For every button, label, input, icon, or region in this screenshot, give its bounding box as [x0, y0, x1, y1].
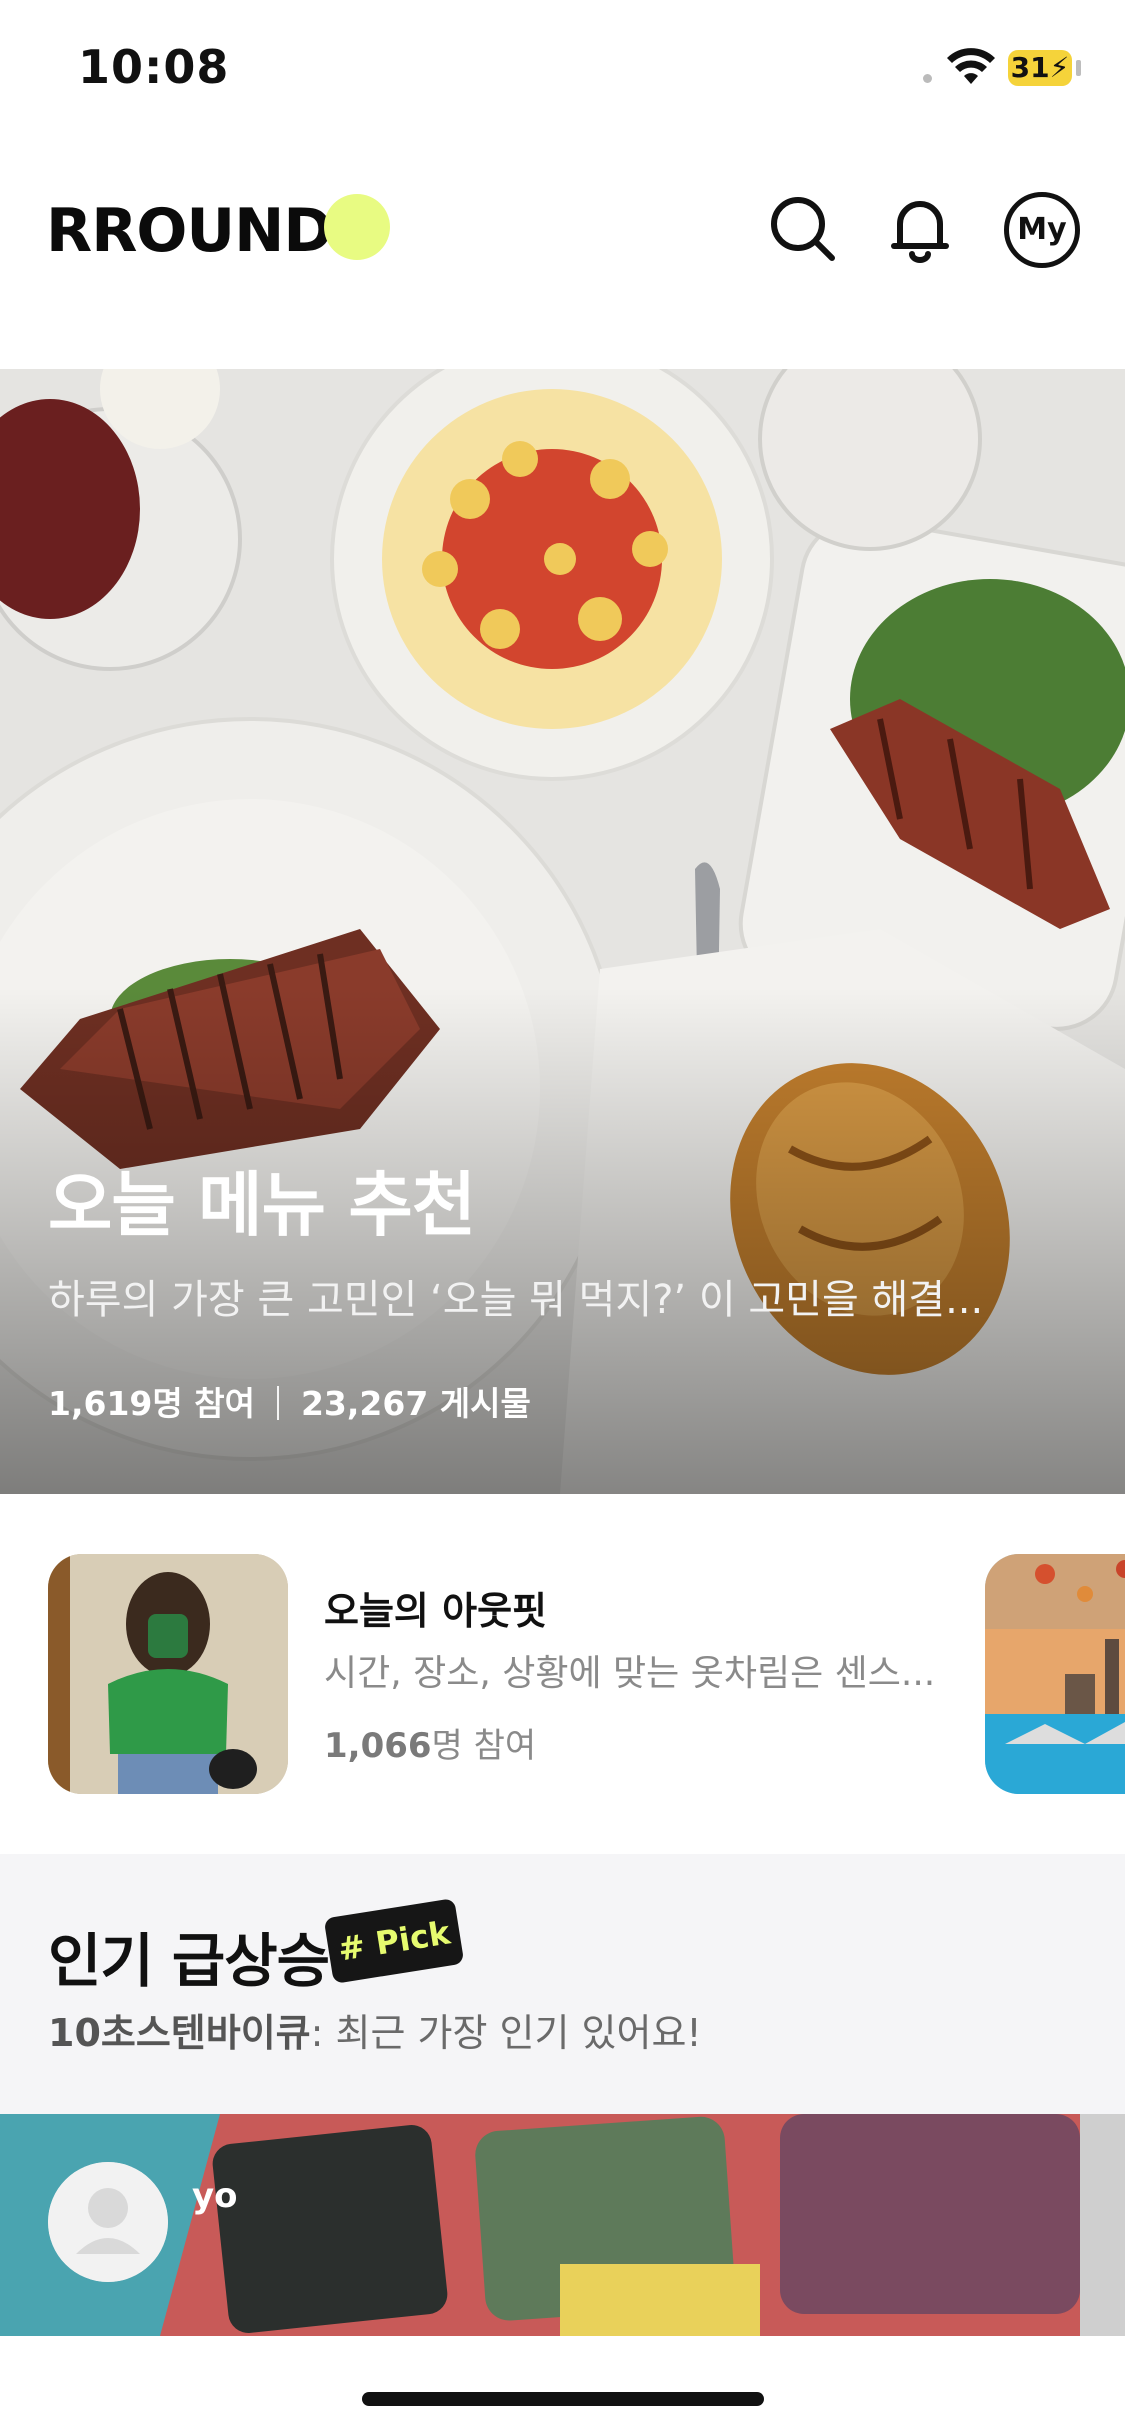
status-time: 10:08	[78, 40, 230, 94]
post-image	[0, 2114, 1125, 2336]
travel-thumbnail[interactable]	[985, 1554, 1125, 1794]
card-participants: 1,066명 참여	[324, 1718, 536, 1767]
my-page-button[interactable]: My	[1004, 192, 1080, 268]
post-username[interactable]: yo	[192, 2176, 238, 2216]
hero-participants: 1,619명 참여	[48, 1384, 255, 1423]
outfit-thumbnail[interactable]	[48, 1554, 288, 1794]
challenge-carousel[interactable]: 오늘의 아웃핏 시간, 장소, 상황에 맞는 옷차림은 센스... 1,066명…	[0, 1494, 1125, 1854]
trending-title: 인기 급상승	[48, 1927, 330, 1995]
app-logo[interactable]: RROUND	[46, 196, 333, 266]
card-count-suffix: 명 참여	[431, 1726, 537, 1766]
card-description: 시간, 장소, 상황에 맞는 옷차림은 센스...	[324, 1653, 936, 1694]
post-preview[interactable]: yo	[0, 2114, 1125, 2336]
battery-indicator: 31⚡	[1008, 50, 1072, 86]
wifi-icon	[947, 48, 995, 84]
status-bar: 10:08 31⚡	[0, 0, 1125, 140]
battery-cap	[1076, 60, 1081, 76]
card-count-number: 1,066	[324, 1726, 432, 1766]
hero-description: 하루의 가장 큰 고민인 ‘오늘 뭐 먹지?’ 이 고민을 해결...	[48, 1277, 984, 1323]
battery-level: 31	[1010, 51, 1050, 84]
pick-badge: # Pick	[323, 1898, 465, 1984]
hero-post-count: 23,267 게시물	[300, 1384, 531, 1423]
search-icon[interactable]	[766, 192, 838, 264]
card-title: 오늘의 아웃핏	[324, 1589, 547, 1633]
hero-banner[interactable]: 오늘 메뉴 추천 하루의 가장 큰 고민인 ‘오늘 뭐 먹지?’ 이 고민을 해…	[0, 369, 1125, 1494]
hero-meta: 1,619명 참여 23,267 게시물	[48, 1377, 531, 1425]
outfit-photo	[48, 1554, 288, 1794]
trending-subtitle-text: : 최근 가장 인기 있어요!	[310, 2011, 702, 2055]
hero-title: 오늘 메뉴 추천	[48, 1164, 476, 1246]
bottom-safe-area	[0, 2336, 1125, 2436]
trending-hashtag[interactable]: 10초스텐바이큐	[48, 2011, 311, 2055]
privacy-indicator-dot	[923, 74, 932, 83]
bell-icon[interactable]	[884, 192, 956, 264]
app-header: RROUND My	[0, 170, 1125, 290]
trending-section: 인기 급상승 # Pick 10초스텐바이큐: 최근 가장 인기 있어요!	[0, 1854, 1125, 2114]
trending-subtitle: 10초스텐바이큐: 최근 가장 인기 있어요!	[48, 2002, 702, 2057]
logo-dot	[324, 194, 390, 260]
travel-photo	[985, 1554, 1125, 1794]
home-indicator[interactable]	[362, 2392, 764, 2406]
meta-separator	[276, 1386, 279, 1420]
hero-gradient-overlay	[0, 369, 1125, 1494]
default-avatar-icon	[48, 2162, 168, 2282]
user-avatar[interactable]	[48, 2162, 168, 2282]
